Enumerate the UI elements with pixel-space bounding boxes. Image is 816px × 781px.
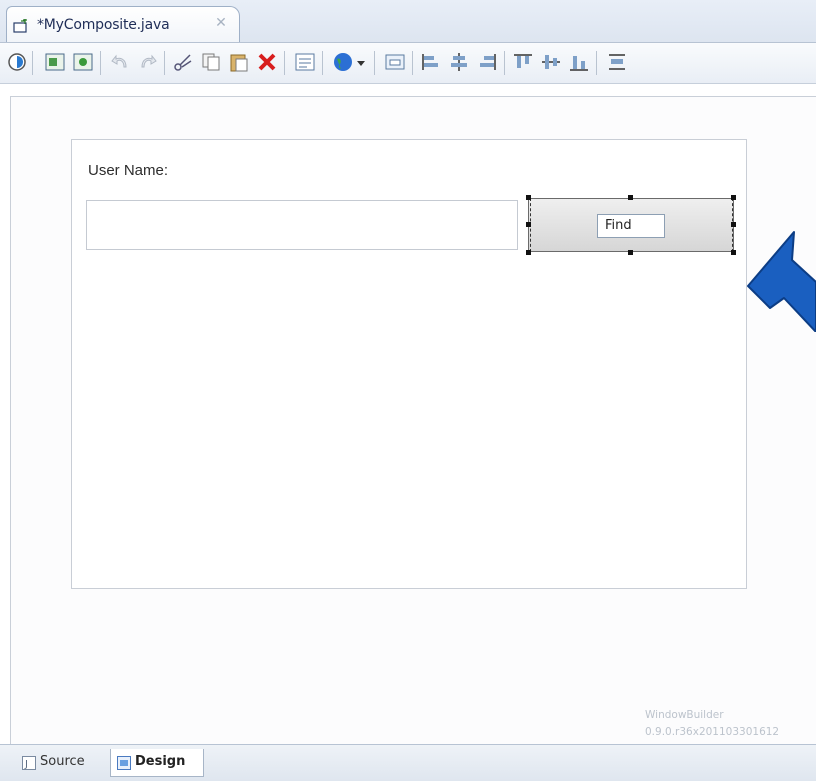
cut-icon[interactable] [172,51,194,73]
close-icon[interactable]: ✕ [213,15,229,31]
resize-handle-nw[interactable] [526,195,531,200]
design-frame: User Name: Find WindowBuilder 0.9.0.r36x… [10,96,816,747]
tab-design[interactable]: Design [110,749,204,777]
designer-toolbar [0,43,816,84]
globe-icon[interactable] [332,51,354,73]
tab-source[interactable]: J Source [16,749,108,777]
toolbar-separator [374,51,375,75]
composite-panel[interactable]: User Name: Find [71,139,747,589]
design-canvas[interactable]: User Name: Find WindowBuilder 0.9.0.r36x… [0,84,816,747]
show-design-icon[interactable] [72,51,94,73]
editor-tab-title: *MyComposite.java [37,17,170,33]
toolbar-separator [284,51,285,75]
toolbar-separator [100,51,101,75]
dropdown-arrow-icon[interactable] [354,51,368,73]
find-button[interactable]: Find [528,198,734,252]
toolbar-separator [504,51,505,75]
copy-icon[interactable] [200,51,222,73]
align-right-icon[interactable] [476,51,498,73]
undo-icon[interactable] [110,51,132,73]
design-icon [117,756,131,770]
delete-icon[interactable] [256,51,278,73]
user-name-input[interactable] [86,200,518,250]
toolbar-separator [322,51,323,75]
composite-file-icon [13,19,27,33]
resize-handle-w[interactable] [526,222,531,227]
align-middle-icon[interactable] [540,51,562,73]
toolbar-separator [412,51,413,75]
css-icon[interactable] [384,51,406,73]
resize-handle-n[interactable] [628,195,633,200]
pointer-arrow-icon [747,231,816,332]
editor-tab-bar: *MyComposite.java ✕ [0,0,816,43]
source-icon: J [22,756,36,770]
resize-handle-sw[interactable] [526,250,531,255]
align-bottom-icon[interactable] [568,51,590,73]
align-center-icon[interactable] [448,51,470,73]
properties-icon[interactable] [294,51,316,73]
toolbar-separator [596,51,597,75]
align-left-icon[interactable] [420,51,442,73]
resize-handle-ne[interactable] [731,195,736,200]
user-name-label: User Name: [88,162,169,179]
resize-handle-e[interactable] [731,222,736,227]
toolbar-separator [164,51,165,75]
paste-icon[interactable] [228,51,250,73]
align-top-icon[interactable] [512,51,534,73]
editor-tab[interactable]: *MyComposite.java ✕ [6,6,240,42]
toolbar-separator [32,51,33,75]
redo-icon[interactable] [136,51,158,73]
editor-bottom-tabs: J Source Design [0,744,816,781]
tab-source-label: Source [40,754,85,769]
watermark-version: 0.9.0.r36x201103301612 [645,726,780,738]
find-button-label: Find [597,214,665,238]
resize-handle-se[interactable] [731,250,736,255]
version-watermark: WindowBuilder 0.9.0.r36x201103301612 [645,707,816,741]
test-gui-icon[interactable] [6,51,28,73]
watermark-product: WindowBuilder [645,709,724,721]
distribute-icon[interactable] [606,51,628,73]
show-source-icon[interactable] [44,51,66,73]
svg-text:J: J [24,759,28,770]
tab-design-label: Design [135,754,186,769]
resize-handle-s[interactable] [628,250,633,255]
